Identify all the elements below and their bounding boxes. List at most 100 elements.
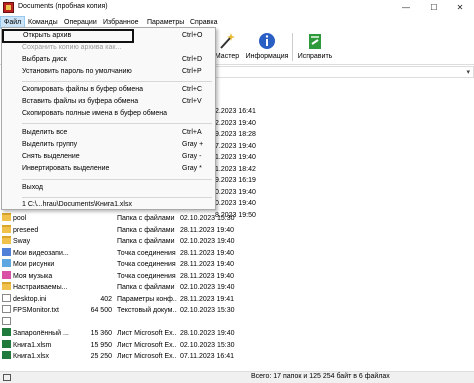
menu-set-password[interactable]: Установить пароль по умолчанию Ctrl+P <box>2 66 215 78</box>
folder-icon <box>2 213 11 221</box>
modified-cell: 28.10.2023 19:40 <box>180 330 235 337</box>
modified-cell: 2.2023 16:41 <box>215 108 256 115</box>
name-cell <box>2 316 88 329</box>
menu-copy-files[interactable]: Скопировать файлы в буфер обмена Ctrl+C <box>2 84 215 96</box>
table-row[interactable]: FPSMonitor.txt 64 500 Текстовый докум...… <box>0 305 474 317</box>
repair-button[interactable]: Исправить <box>296 31 334 63</box>
drive-icon <box>3 374 11 381</box>
type-cell: Папка с файлами <box>117 215 175 222</box>
size-cell: 64 500 <box>90 307 112 314</box>
name-cell: FPSMonitor.txt <box>2 305 88 317</box>
folder-icon <box>2 224 11 233</box>
menu-invert-selection[interactable]: Инвертировать выделение Gray * <box>2 163 215 175</box>
status-text: Всего: 17 папок и 125 254 байт в 6 файла… <box>251 373 390 380</box>
table-row[interactable]: Мои рисунки Точка соединения 28.11.2023 … <box>0 259 474 271</box>
menu-open-archive[interactable]: Открыть архив <box>2 29 134 43</box>
table-row[interactable]: desktop.ini 402 Параметры конф... 28.11.… <box>0 293 474 306</box>
menu-exit[interactable]: Выход <box>2 182 215 194</box>
size-cell: 25 250 <box>90 353 112 360</box>
app-window: Documents (пробная копия) — ☐ ✕ Файл Ком… <box>0 0 474 383</box>
menu-select-group[interactable]: Выделить группу Gray + <box>2 139 215 151</box>
modified-cell: 7.2023 19:40 <box>215 142 256 150</box>
type-cell: Параметры конф... <box>117 295 177 303</box>
modified-cell: 0.2023 19:40 <box>215 188 256 196</box>
repair-icon <box>309 34 321 49</box>
address-bar[interactable]: ▾ <box>213 66 474 78</box>
info-button[interactable]: Информация <box>244 31 290 63</box>
wizard-button[interactable]: Мастер <box>212 31 242 63</box>
maximize-icon[interactable]: ☐ <box>420 0 448 16</box>
excel-file-icon <box>2 328 11 336</box>
menu-recent-file[interactable]: 1 C:\...hrau\Documents\Книга1.xlsx <box>2 199 215 211</box>
name-cell: preseed <box>2 224 88 237</box>
modified-cell: 02.10.2023 19:40 <box>180 238 235 245</box>
shortcut-open-archive: Ctrl+O <box>182 32 203 39</box>
type-cell: Точка соединения <box>117 272 176 280</box>
info-label: Информация <box>245 53 289 60</box>
repair-label: Исправить <box>297 53 333 60</box>
modified-cell: 9.2023 16:19 <box>215 177 256 184</box>
type-cell: Папка с файлами <box>117 238 175 245</box>
type-cell: Лист Microsoft Ex... <box>117 341 177 349</box>
name-cell: Настраиваемы... <box>2 282 88 294</box>
folder-icon <box>2 236 11 244</box>
menu-separator <box>22 123 212 124</box>
file-icon <box>2 293 11 302</box>
table-row[interactable] <box>0 316 474 329</box>
name-cell: pool <box>2 213 88 225</box>
table-row[interactable]: Книга1.xlsm 15 950 Лист Microsoft Ex... … <box>0 339 474 352</box>
file-icon <box>2 316 11 325</box>
name-cell: Книга1.xlsx <box>2 351 88 363</box>
modified-cell: 28.11.2023 19:41 <box>180 295 234 303</box>
table-row[interactable]: Книга1.xlsx 25 250 Лист Microsoft Ex... … <box>0 351 474 363</box>
name-cell: Sway <box>2 236 88 248</box>
type-cell: Папка с файлами <box>117 226 175 234</box>
menu-deselect[interactable]: Снять выделение Gray - <box>2 151 215 163</box>
modified-cell: 1.2023 18:42 <box>215 165 256 173</box>
modified-cell: 2.2023 19:40 <box>215 119 256 127</box>
minimize-icon[interactable]: — <box>392 0 420 16</box>
name-cell: desktop.ini <box>2 293 88 306</box>
table-row[interactable]: Мои видеозапи... Точка соединения 28.11.… <box>0 247 474 260</box>
modified-cell: 02.10.2023 15:30 <box>180 215 235 222</box>
name-cell: Книга1.xlsm <box>2 339 88 352</box>
status-bar: Всего: 17 папок и 125 254 байт в 6 файла… <box>0 371 474 383</box>
name-cell: Мои рисунки <box>2 259 88 271</box>
menu-paste-files[interactable]: Вставить файлы из буфера обмена Ctrl+V <box>2 96 215 108</box>
folder-icon <box>2 282 11 290</box>
table-row[interactable]: Моя музыка Точка соединения 28.11.2023 1… <box>0 270 474 283</box>
file-menu-dropdown: Открыть архив Ctrl+O Сохранить копию арх… <box>1 27 216 210</box>
table-row[interactable]: Настраиваемы... Папка с файлами 02.10.20… <box>0 282 474 294</box>
info-icon <box>259 33 275 49</box>
name-cell: Мои видеозапи... <box>2 247 88 260</box>
window-title: Documents (пробная копия) <box>18 3 108 10</box>
menu-select-drive[interactable]: Выбрать диск Ctrl+D <box>2 54 215 66</box>
menu-save-copy: Сохранить копию архива как... <box>22 44 122 51</box>
excel-file-icon <box>2 351 11 359</box>
table-row[interactable]: preseed Папка с файлами 28.11.2023 19:40 <box>0 224 474 237</box>
wizard-icon <box>220 33 235 49</box>
chevron-down-icon[interactable]: ▾ <box>466 67 470 78</box>
menu-copy-full-names[interactable]: Скопировать полные имена в буфер обмена <box>2 108 215 120</box>
type-cell: Папка с файлами <box>117 284 175 291</box>
modified-cell: 0.2023 19:40 <box>215 200 256 207</box>
video-folder-icon <box>2 247 11 256</box>
modified-cell: 02.10.2023 15:30 <box>180 307 235 314</box>
table-row[interactable]: Sway Папка с файлами 02.10.2023 19:40 <box>0 236 474 248</box>
winrar-logo-icon <box>3 2 14 13</box>
modified-cell: 1.2023 19:40 <box>215 154 256 161</box>
modified-cell: 07.11.2023 16:41 <box>180 353 234 360</box>
modified-cell: 28.11.2023 19:40 <box>180 249 234 257</box>
type-cell: Точка соединения <box>117 261 176 268</box>
type-cell: Текстовый докум... <box>117 307 177 314</box>
modified-cell: 28.11.2023 19:40 <box>180 261 234 268</box>
menu-select-all[interactable]: Выделить все Ctrl+A <box>2 127 215 139</box>
close-icon[interactable]: ✕ <box>446 0 474 16</box>
table-row[interactable]: Запаролённый ... 15 360 Лист Microsoft E… <box>0 328 474 340</box>
menu-separator <box>22 197 212 198</box>
table-row[interactable]: pool Папка с файлами 02.10.2023 15:30 <box>0 213 474 225</box>
name-cell: Моя музыка <box>2 270 88 283</box>
name-cell: Запаролённый ... <box>2 328 88 340</box>
modified-cell: 28.11.2023 19:40 <box>180 226 234 234</box>
type-cell: Точка соединения <box>117 249 176 257</box>
